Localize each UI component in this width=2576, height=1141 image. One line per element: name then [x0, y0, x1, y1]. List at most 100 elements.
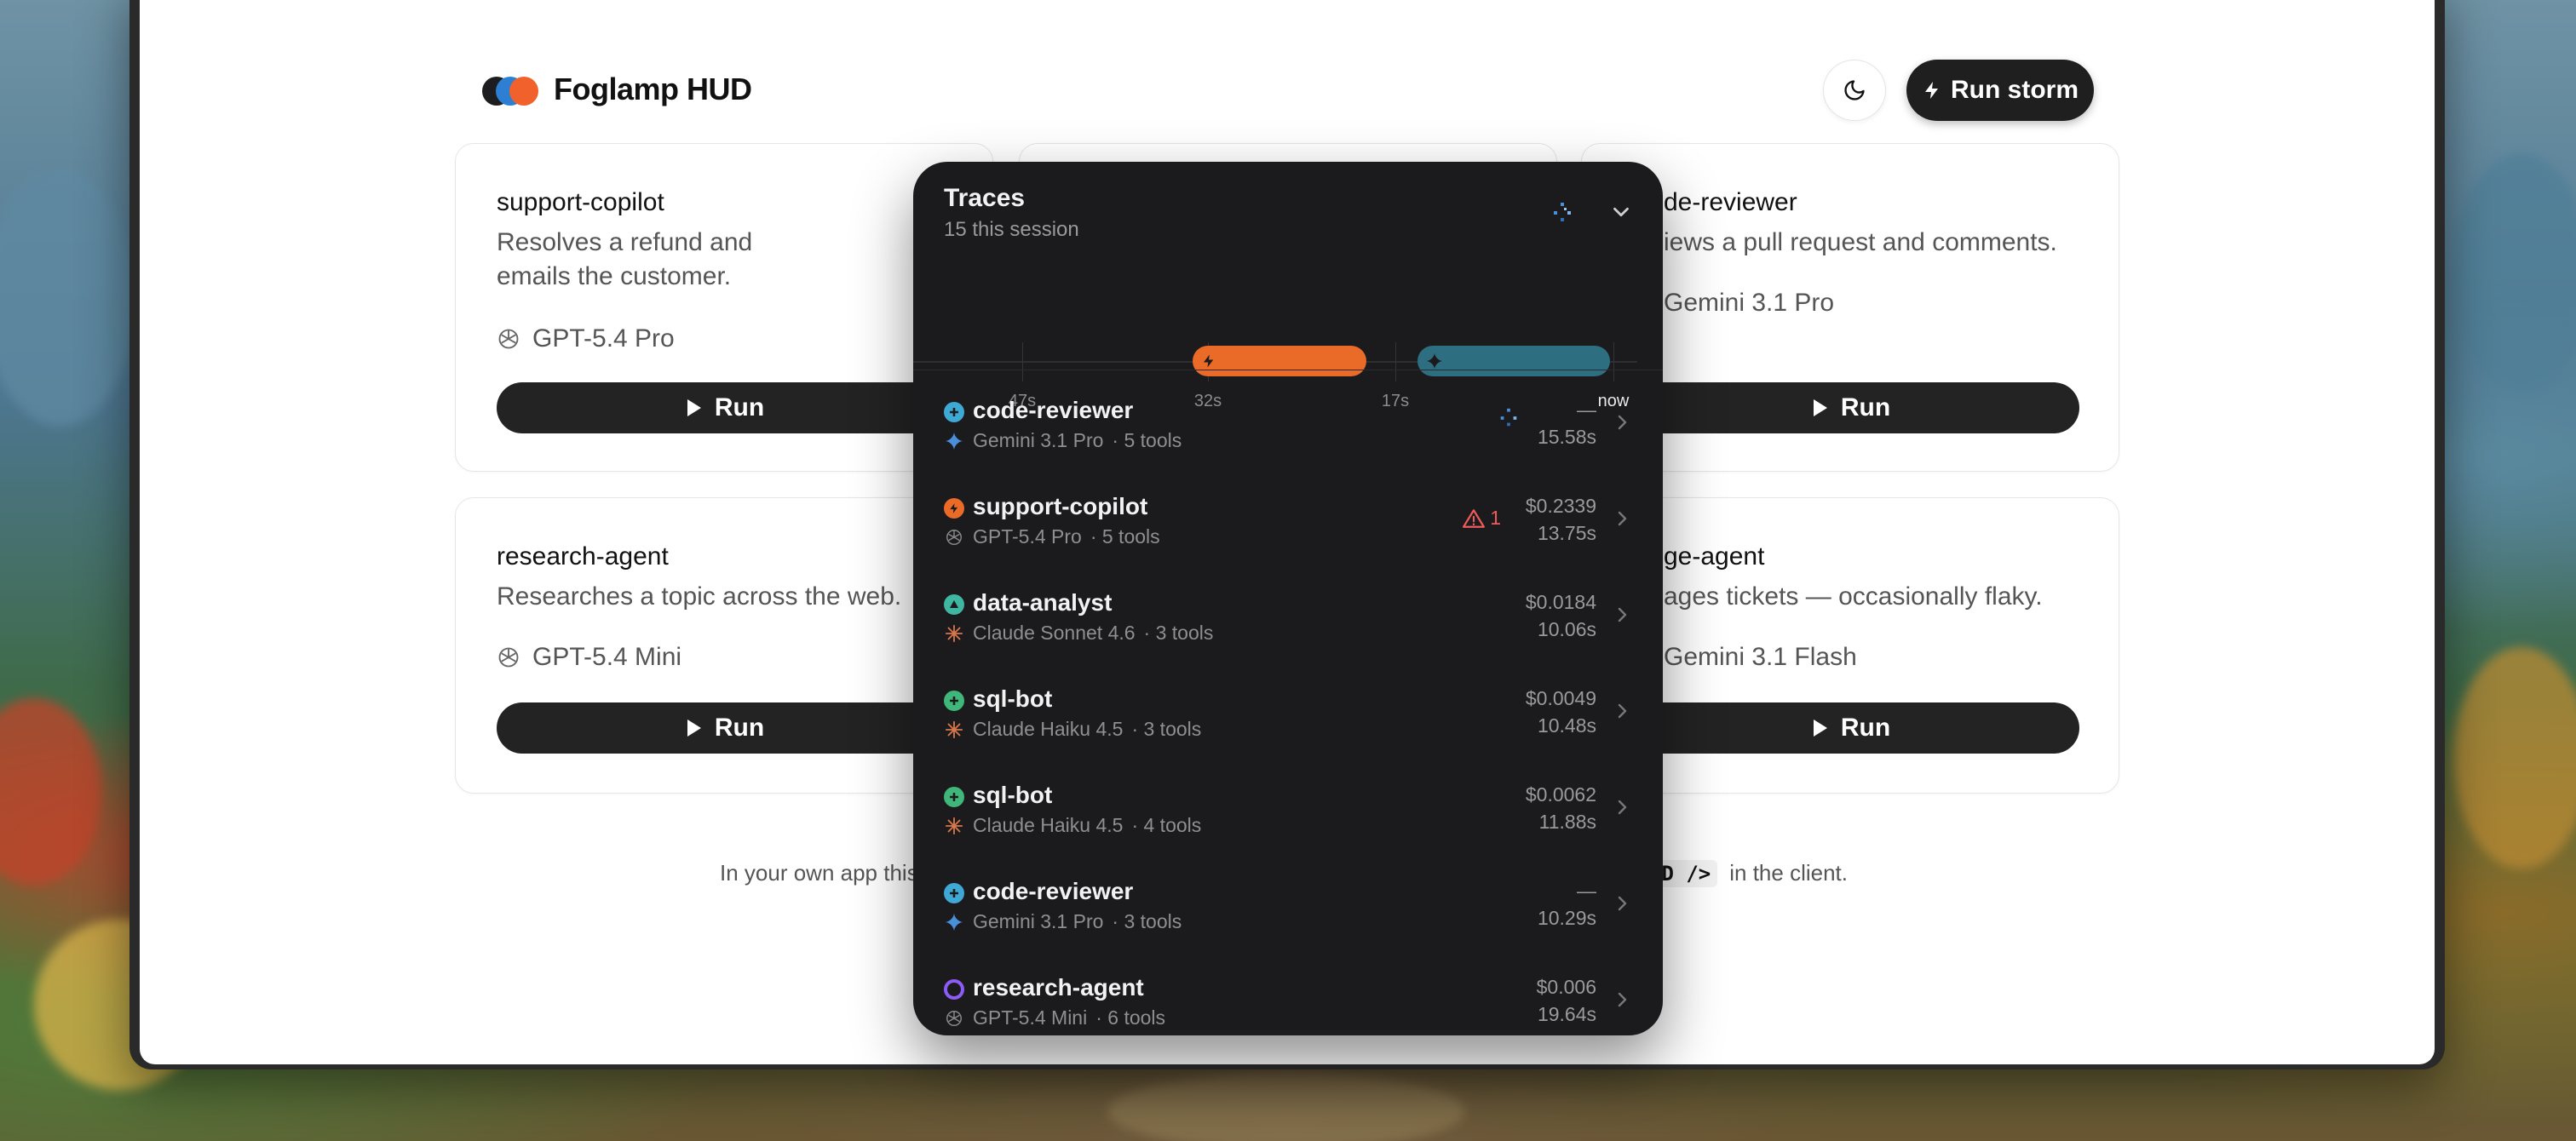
trace-list: code-reviewer Gemini 3.1 Pro · 5 tools —…	[913, 373, 1663, 1035]
agent-card-description: Resolves a refund and emails the custome…	[497, 228, 753, 290]
status-success-icon	[944, 691, 964, 711]
trace-meta: Gemini 3.1 Pro · 3 tools	[944, 910, 1182, 933]
trace-tools: · 3 tools	[1143, 622, 1214, 644]
run-button[interactable]: Run	[497, 382, 953, 433]
trace-row[interactable]: research-agent GPT-5.4 Mini · 6 tools $0…	[913, 950, 1663, 1035]
timeline-trace-bar[interactable]	[1417, 346, 1610, 376]
agent-card-description: Researches a topic across the web.	[497, 582, 902, 611]
timeline-trace-bar[interactable]	[1193, 346, 1366, 376]
trace-model: GPT-5.4 Pro	[973, 525, 1082, 548]
trace-cost: $0.0062	[1525, 783, 1596, 806]
footnote-left: In your own app this	[720, 860, 918, 886]
trace-duration: 10.29s	[1537, 907, 1596, 929]
agent-card-model-label: GPT-5.4 Pro	[532, 324, 675, 353]
openai-icon	[944, 1008, 964, 1029]
footnote-right-text: in the client.	[1729, 860, 1848, 886]
trace-agent-name: sql-bot	[973, 782, 1053, 808]
agent-card-description: iews a pull request and comments.	[1664, 228, 2057, 256]
openai-icon	[498, 647, 519, 668]
trace-tools: · 3 tools	[1131, 718, 1202, 740]
chevron-right-icon	[1618, 703, 1627, 719]
run-button[interactable]: Run	[1623, 702, 2079, 754]
trace-row[interactable]: sql-bot Claude Haiku 4.5 · 3 tools $0.00…	[913, 662, 1663, 758]
loading-sparkle-icon	[1554, 203, 1571, 221]
lightning-icon	[1925, 82, 1938, 99]
agent-card-title: support-copilot	[497, 188, 664, 216]
agent-card-model: Gemini 3.1 Flash	[1664, 643, 1857, 672]
trace-row[interactable]: code-reviewer Gemini 3.1 Pro · 5 tools —…	[913, 373, 1663, 469]
play-icon	[1813, 399, 1827, 416]
trace-tools: · 5 tools	[1090, 525, 1160, 548]
chevron-right-icon	[1618, 511, 1627, 526]
trace-row[interactable]: data-analyst Claude Sonnet 4.6 · 3 tools…	[913, 565, 1663, 662]
gemini-icon	[944, 912, 964, 932]
claude-icon	[944, 623, 964, 644]
run-storm-button[interactable]: Run storm	[1906, 60, 2094, 121]
loading-sparkle-icon	[1498, 407, 1520, 433]
trace-meta: GPT-5.4 Pro · 5 tools	[944, 525, 1160, 548]
agent-card-model: Gemini 3.1 Pro	[1664, 289, 1834, 318]
trace-cost: $0.0184	[1525, 591, 1596, 613]
traces-subtitle: 15 this session	[944, 218, 1079, 241]
trace-model: Claude Haiku 4.5	[973, 814, 1124, 836]
trace-model: Claude Sonnet 4.6	[973, 622, 1136, 644]
trace-duration: 15.58s	[1537, 426, 1596, 448]
status-success-icon	[944, 883, 964, 903]
theme-toggle-button[interactable]	[1823, 60, 1886, 121]
run-button-label: Run	[1840, 393, 1891, 421]
run-button[interactable]: Run	[497, 702, 953, 754]
run-button[interactable]: Run	[1623, 382, 2079, 433]
trace-row[interactable]: sql-bot Claude Haiku 4.5 · 4 tools $0.00…	[913, 758, 1663, 854]
trace-duration: 10.48s	[1537, 714, 1596, 737]
trace-tools: · 3 tools	[1112, 910, 1182, 932]
chevron-right-icon	[1618, 415, 1627, 430]
claude-icon	[944, 720, 964, 740]
claude-icon	[944, 816, 964, 836]
warning-badge[interactable]: 1	[1463, 507, 1501, 530]
trace-model: Gemini 3.1 Pro	[973, 910, 1104, 932]
status-running-icon	[944, 402, 964, 422]
trace-duration: 11.88s	[1538, 811, 1596, 833]
trace-agent-name: code-reviewer	[973, 878, 1134, 904]
run-storm-label: Run storm	[1951, 76, 2079, 104]
traces-title: Traces	[944, 184, 1026, 212]
trace-row[interactable]: support-copilot GPT-5.4 Pro · 5 tools $0…	[913, 469, 1663, 565]
sparkle-icon	[1426, 353, 1443, 370]
agent-card-description: ages tickets — occasionally flaky.	[1664, 582, 2043, 611]
trace-meta: Claude Sonnet 4.6 · 3 tools	[944, 622, 1213, 645]
trace-model: Claude Haiku 4.5	[973, 718, 1124, 740]
agent-card-model-label: GPT-5.4 Mini	[532, 643, 682, 671]
trace-model: Gemini 3.1 Pro	[973, 429, 1104, 451]
trace-model: GPT-5.4 Mini	[973, 1006, 1088, 1029]
agent-card-title: ge-agent	[1664, 542, 1765, 570]
trace-cost: —	[1577, 398, 1596, 421]
chevron-down-icon[interactable]	[1608, 199, 1634, 225]
trace-duration: 13.75s	[1537, 522, 1596, 544]
chevron-right-icon	[1618, 896, 1627, 911]
trace-meta: Gemini 3.1 Pro · 5 tools	[944, 429, 1182, 452]
moon-icon	[1844, 80, 1865, 100]
traces-panel: Traces 15 this session 47s 32s 17s now c…	[913, 162, 1663, 1035]
trace-agent-name: support-copilot	[973, 493, 1148, 519]
agent-card-title: de-reviewer	[1664, 188, 1797, 216]
trace-meta: GPT-5.4 Mini · 6 tools	[944, 1006, 1165, 1029]
openai-icon	[944, 527, 964, 548]
trace-cost: $0.006	[1536, 976, 1596, 998]
chevron-right-icon	[1618, 607, 1627, 622]
warning-count: 1	[1490, 507, 1501, 529]
brand-title: Foglamp HUD	[554, 72, 752, 106]
run-button-label: Run	[714, 393, 765, 421]
trace-row[interactable]: code-reviewer Gemini 3.1 Pro · 3 tools —…	[913, 854, 1663, 950]
chevron-right-icon	[1618, 992, 1627, 1007]
header: Foglamp HUD Run storm	[482, 60, 2094, 121]
status-error-icon	[944, 498, 964, 519]
agent-card-model-label: Gemini 3.1 Flash	[1664, 643, 1857, 671]
trace-meta: Claude Haiku 4.5 · 4 tools	[944, 814, 1201, 837]
openai-icon	[498, 329, 519, 349]
trace-tools: · 5 tools	[1112, 429, 1182, 451]
trace-agent-name: sql-bot	[973, 685, 1053, 712]
trace-tools: · 6 tools	[1095, 1006, 1166, 1029]
play-icon	[687, 399, 701, 416]
trace-tools: · 4 tools	[1131, 814, 1202, 836]
status-success-icon	[944, 594, 964, 615]
